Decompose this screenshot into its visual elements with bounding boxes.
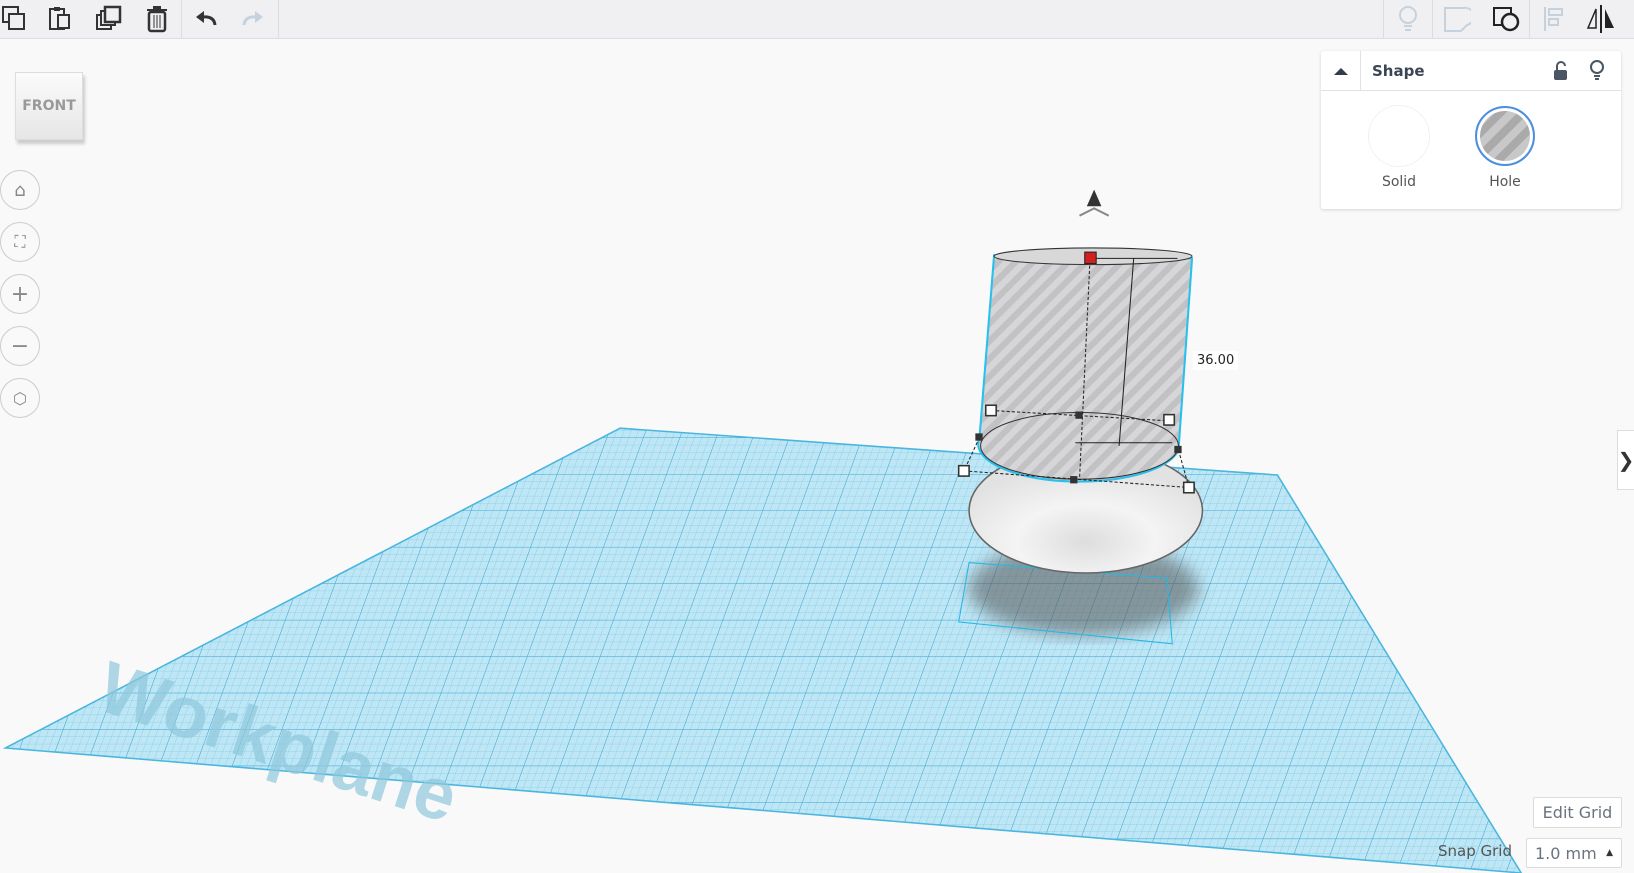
height-handle: [1084, 251, 1097, 265]
snap-grid-select[interactable]: 1.0 mm ▲: [1526, 838, 1622, 868]
solid-option[interactable]: Solid: [1359, 106, 1439, 190]
home-view-button[interactable]: ⌂: [0, 170, 40, 210]
mirror-icon[interactable]: [1579, 0, 1623, 38]
perspective-button[interactable]: ⬡: [0, 378, 40, 418]
solid-swatch: [1369, 106, 1429, 166]
redo-icon[interactable]: [231, 0, 275, 38]
align-icon[interactable]: [1532, 0, 1576, 38]
workplane[interactable]: Workplane: [2, 427, 1523, 873]
shape-union-icon[interactable]: [1484, 0, 1528, 38]
collapse-panel-button[interactable]: [1321, 50, 1361, 91]
zoom-out-icon: −: [10, 333, 30, 359]
panel-title: Shape: [1372, 61, 1425, 80]
edit-grid-button[interactable]: Edit Grid: [1533, 797, 1622, 828]
lift-arrow-icon[interactable]: [1079, 189, 1110, 217]
caret-up-icon: ▲: [1606, 848, 1613, 858]
expand-sidebar-button[interactable]: ❯: [1617, 430, 1634, 490]
paste-icon[interactable]: [38, 0, 82, 38]
caret-up-icon: [1333, 67, 1348, 75]
hole-option[interactable]: Hole: [1465, 106, 1545, 190]
fit-view-button[interactable]: ⛶: [0, 222, 40, 262]
fit-icon: ⛶: [14, 232, 26, 251]
toolbar: [0, 0, 1634, 39]
lightbulb-icon[interactable]: [1589, 60, 1605, 86]
perspective-icon: ⬡: [13, 388, 27, 408]
snap-grid-label: Snap Grid: [1438, 842, 1512, 860]
zoom-in-button[interactable]: +: [0, 274, 40, 314]
view-cube-face-label: FRONT: [22, 98, 76, 114]
delete-icon[interactable]: [135, 0, 179, 38]
duplicate-icon[interactable]: [87, 0, 131, 38]
hole-swatch: [1475, 106, 1535, 166]
zoom-out-button[interactable]: −: [0, 326, 40, 366]
view-cube[interactable]: FRONT: [15, 72, 83, 140]
chevron-right-icon: ❯: [1617, 448, 1634, 472]
lock-icon[interactable]: [1553, 61, 1569, 85]
home-icon: ⌂: [14, 179, 26, 201]
zoom-in-icon: +: [10, 281, 30, 307]
undo-icon[interactable]: [184, 0, 228, 38]
solid-label: Solid: [1381, 174, 1417, 190]
height-dimension-label[interactable]: 36.00: [1193, 351, 1239, 370]
shape-panel: Shape Solid Hole: [1321, 50, 1621, 209]
copy-icon[interactable]: [0, 0, 36, 38]
hole-label: Hole: [1489, 174, 1521, 190]
note-icon[interactable]: [1435, 0, 1479, 38]
lightbulb-icon[interactable]: [1386, 0, 1430, 38]
cylinder-hole-shape[interactable]: [957, 247, 1195, 494]
snap-grid-value: 1.0 mm: [1535, 843, 1597, 863]
